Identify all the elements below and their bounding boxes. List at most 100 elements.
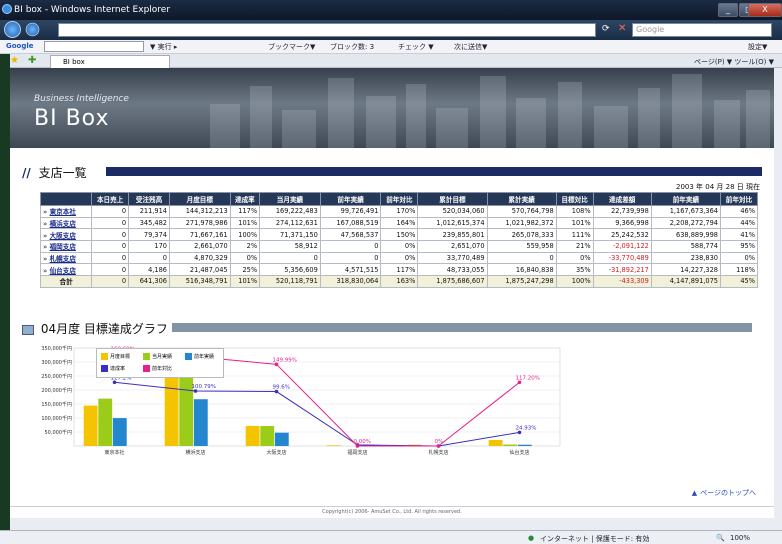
branch-link[interactable]: 横浜支店	[50, 220, 76, 228]
zoom-level[interactable]: 100%	[730, 534, 750, 542]
section-rule	[106, 167, 762, 176]
table-cell: -31,892,217	[592, 263, 652, 277]
branch-name-cell[interactable]: » 札幌支店	[39, 251, 93, 265]
table-cell: 167,088,519	[319, 216, 382, 230]
column-header: 累計実績	[486, 192, 557, 206]
close-button[interactable]: X	[748, 3, 782, 17]
title-bar: BI box - Windows Internet Explorer _ □ X	[0, 0, 782, 20]
branch-link[interactable]: 東京本社	[50, 208, 76, 216]
url-input[interactable]	[58, 23, 596, 37]
toolbar-send[interactable]: 次に送信▼	[454, 42, 487, 52]
table-cell: 101%	[555, 216, 594, 230]
toolbar-bookmarks[interactable]: ブックマーク▼	[268, 42, 315, 52]
branch-link[interactable]: 福岡支店	[50, 243, 76, 251]
branch-link[interactable]: 大阪支店	[50, 232, 76, 240]
table-cell: 71,371,150	[259, 228, 321, 242]
stop-icon[interactable]: ✕	[618, 23, 626, 34]
data-label: 149.99%	[273, 357, 297, 363]
y-tick-label: 150,000千円	[41, 401, 72, 408]
table-row: » 横浜支店 0 345,482 271,978,986 101% 274,112,631…	[39, 216, 759, 230]
table-cell: 0	[91, 251, 130, 265]
table-cell: 150%	[380, 228, 419, 242]
chart-icon	[22, 324, 34, 335]
table-cell: 117%	[229, 205, 261, 218]
legend-item: 前年実績	[185, 353, 214, 360]
favorites-star-icon[interactable]: ★	[10, 55, 19, 66]
table-cell: 58,912	[259, 240, 321, 253]
up-arrow-icon: ▲	[691, 489, 698, 497]
column-header: 前年対比	[380, 192, 419, 206]
bar	[274, 432, 289, 446]
table-cell: 21%	[555, 240, 594, 253]
table-cell: 101%	[229, 275, 261, 288]
table-cell: 0	[128, 251, 170, 265]
branch-link[interactable]: 仙台支店	[50, 267, 76, 275]
toolbar-popup-blocked[interactable]: ブロック数: 3	[330, 42, 374, 52]
table-cell: 9,366,998	[592, 216, 652, 230]
table-cell: 169,222,483	[259, 205, 321, 218]
column-header: 本日売上	[91, 192, 130, 206]
copyright: Copyright(c) 2006- AmuSet Co., Ltd. All …	[10, 506, 774, 516]
x-tick-label: 札幌支店	[428, 449, 448, 456]
header-branch	[39, 192, 93, 206]
desktop-strip	[0, 54, 10, 530]
table-row: » 東京本社 0 211,914 144,312,213 117% 169,222,483…	[39, 205, 759, 218]
minimize-button[interactable]: _	[718, 3, 738, 17]
table-cell: 41%	[719, 228, 759, 242]
table-cell: 170%	[380, 205, 419, 218]
branch-link[interactable]: 札幌支店	[50, 255, 76, 263]
command-bar[interactable]: ページ(P) ▼ ツール(O) ▼	[694, 57, 774, 67]
table-cell: 22,739,998	[592, 205, 652, 218]
table-cell: 2,651,070	[417, 240, 488, 253]
bar	[488, 439, 503, 446]
data-label: 0%	[435, 439, 444, 445]
toolbar-settings[interactable]: 設定▼	[748, 42, 767, 52]
table-cell: 4,571,515	[319, 263, 382, 277]
status-bar: ● インターネット | 保護モード: 有効 🔍 100%	[0, 530, 782, 544]
bar	[517, 444, 532, 446]
table-cell: 345,482	[128, 216, 170, 230]
table-cell: 0%	[229, 251, 261, 265]
forward-icon[interactable]	[25, 22, 40, 37]
table-cell: 570,764,798	[486, 205, 557, 218]
table-cell: 0	[486, 251, 557, 265]
branch-name-cell[interactable]: » 大阪支店	[39, 228, 93, 242]
table-cell: 641,306	[128, 275, 170, 288]
table-cell: 0%	[380, 251, 419, 265]
table-cell: 108%	[555, 205, 594, 218]
toolbar-run[interactable]: ▼ 実行 ▸	[150, 42, 177, 52]
branch-name-cell[interactable]: » 横浜支店	[39, 216, 93, 230]
security-zone: インターネット | 保護モード: 有効	[540, 535, 650, 543]
branch-name-cell[interactable]: » 仙台支店	[39, 263, 93, 277]
table-cell: 48,733,055	[417, 263, 488, 277]
add-favorite-icon[interactable]: ✚	[28, 55, 36, 66]
table-cell: 588,774	[650, 240, 721, 253]
toolbar-check[interactable]: チェック ▼	[398, 42, 434, 52]
google-search-input[interactable]	[44, 41, 144, 52]
column-header: 受注残高	[128, 192, 170, 206]
tab-bi-box[interactable]: BI box	[50, 55, 170, 68]
column-header: 達成差額	[592, 192, 652, 206]
section-chart: 04月度 目標達成グラフ	[22, 320, 752, 336]
back-icon[interactable]	[4, 21, 21, 38]
search-input[interactable]: Google	[632, 23, 772, 37]
bar	[83, 405, 98, 446]
refresh-icon[interactable]: ⟳	[602, 24, 610, 34]
table-cell: 0%	[719, 251, 759, 265]
globe-icon: ●	[528, 534, 535, 542]
x-tick-label: 大阪支店	[266, 449, 286, 456]
column-header: 累計目標	[417, 192, 488, 206]
table-cell: 0%	[555, 251, 594, 265]
table-cell: 25%	[229, 263, 261, 277]
branch-name-cell[interactable]: » 福岡支店	[39, 240, 93, 253]
table-cell: 0	[259, 251, 321, 265]
table-cell: 0	[91, 240, 130, 253]
report-date: 2003 年 04 月 28 日 現在	[676, 183, 760, 191]
table-cell: 79,374	[128, 228, 170, 242]
zoom-icon[interactable]: 🔍	[716, 534, 725, 542]
branch-name-cell[interactable]: » 東京本社	[39, 205, 93, 218]
to-top-link[interactable]: ▲ ページのトップへ	[692, 488, 756, 498]
legend-swatch	[143, 353, 150, 360]
google-logo: Google	[6, 42, 34, 50]
table-cell: 265,078,333	[486, 228, 557, 242]
